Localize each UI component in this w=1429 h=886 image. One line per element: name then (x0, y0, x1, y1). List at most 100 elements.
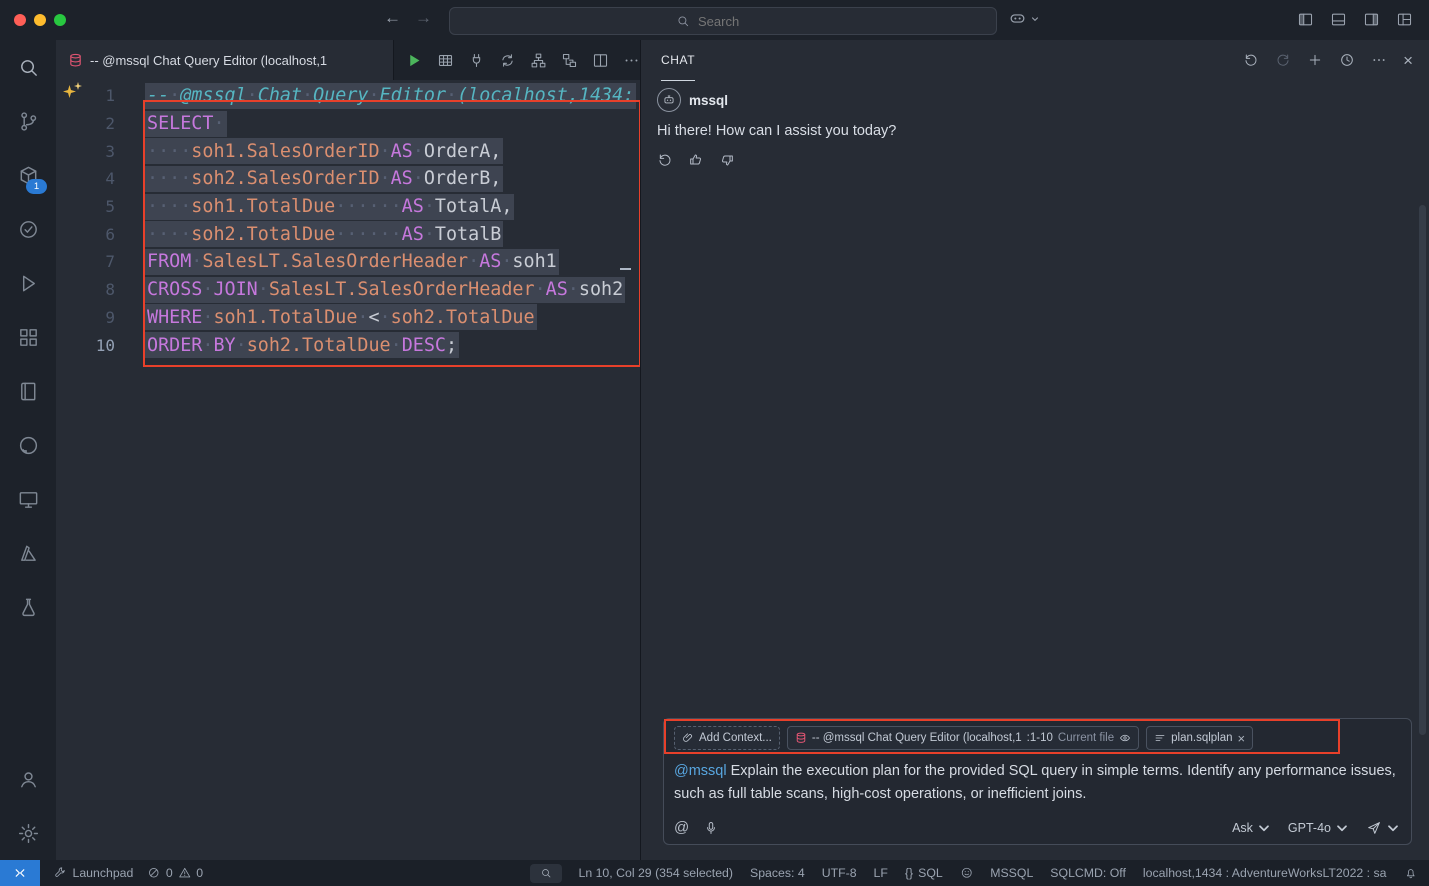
code-token: BY (213, 335, 235, 356)
connection-item[interactable]: localhost,1434 : AdventureWorksLT2022 : … (1143, 866, 1387, 880)
toggle-primary-sidebar-icon[interactable] (1297, 11, 1314, 28)
current-file-chip[interactable]: -- @mssql Chat Query Editor (localhost,1… (787, 726, 1139, 750)
schema-icon[interactable] (530, 52, 547, 69)
close-window-button[interactable] (14, 14, 26, 26)
remove-chip-icon[interactable]: × (1238, 731, 1246, 746)
line-number[interactable]: 3 (56, 142, 115, 161)
search-input[interactable] (696, 13, 770, 30)
activity-search[interactable] (0, 40, 56, 94)
mode-dropdown[interactable]: Ask (1232, 820, 1272, 836)
thumbs-up-icon[interactable] (688, 152, 704, 168)
mssql-item[interactable]: MSSQL (990, 866, 1033, 880)
restore-chat-icon[interactable] (1243, 52, 1259, 68)
selection-highlight: ORDER·BY·soh2.TotalDue·DESC; (145, 332, 459, 358)
chat-input-text[interactable]: @mssql Explain the execution plan for th… (674, 760, 1401, 806)
code-line: 5····soh1.TotalDue······AS·TotalA, (56, 193, 640, 221)
activity-settings[interactable] (0, 806, 56, 860)
code-area[interactable]: 1--·@mssql·Chat·Query·Editor·(localhost,… (56, 80, 640, 860)
results-grid-icon[interactable] (437, 52, 454, 69)
connect-plug-icon[interactable] (468, 52, 485, 69)
code-token: OrderA, (424, 141, 502, 162)
activity-accounts[interactable] (0, 752, 56, 806)
line-number[interactable]: 6 (56, 225, 115, 244)
scrollbar-thumb[interactable] (1419, 205, 1426, 735)
code-token: · (424, 196, 435, 217)
back-icon[interactable]: ← (384, 8, 401, 28)
estimated-plan-icon[interactable] (561, 52, 578, 69)
code-token: ···· (147, 196, 191, 217)
chip-file-range: :1-10 (1027, 732, 1053, 744)
launchpad-item[interactable]: Launchpad (54, 866, 133, 880)
chat-header-actions: × (1243, 52, 1413, 69)
activity-run-debug[interactable] (0, 256, 56, 310)
line-number[interactable]: 8 (56, 280, 115, 299)
history-icon[interactable] (1339, 52, 1355, 68)
line-number[interactable]: 7 (56, 252, 115, 271)
line-number[interactable]: 5 (56, 197, 115, 216)
tab-chat[interactable]: CHAT (661, 40, 695, 81)
eol-item[interactable]: LF (874, 866, 888, 880)
zoom-indicator-button[interactable] (530, 864, 562, 883)
copilot-sparkle-icon[interactable] (63, 85, 76, 98)
activity-docs[interactable] (0, 364, 56, 418)
more-actions-icon[interactable] (1371, 52, 1387, 68)
toggle-panel-icon[interactable] (1330, 11, 1347, 28)
feedback-item[interactable] (960, 866, 974, 880)
editor-group: -- @mssql Chat Query Editor (localhost,1… (56, 40, 640, 860)
line-number[interactable]: 4 (56, 169, 115, 188)
account-icon (17, 768, 40, 791)
cursor-position-item[interactable]: Ln 10, Col 29 (354 selected) (579, 866, 734, 880)
close-icon[interactable]: × (1403, 52, 1413, 69)
encoding-item[interactable]: UTF-8 (822, 866, 857, 880)
activity-source-control[interactable] (0, 94, 56, 148)
mention-icon[interactable]: @ (674, 819, 689, 836)
github-icon (17, 434, 40, 457)
add-context-chip[interactable]: Add Context... (674, 726, 780, 750)
line-number[interactable]: 9 (56, 308, 115, 327)
indentation-item[interactable]: Spaces: 4 (750, 866, 805, 880)
command-center-search[interactable] (449, 7, 997, 35)
send-button[interactable] (1366, 820, 1401, 836)
activity-remote-explorer[interactable]: 1 (0, 148, 56, 202)
mic-icon[interactable] (703, 820, 719, 836)
line-number[interactable]: 10 (56, 336, 115, 355)
split-editor-icon[interactable] (592, 52, 609, 69)
minimize-window-button[interactable] (34, 14, 46, 26)
activity-testing[interactable] (0, 202, 56, 256)
more-actions-icon[interactable] (623, 52, 640, 69)
activity-remote-targets[interactable] (0, 472, 56, 526)
activity-github[interactable] (0, 418, 56, 472)
activity-extensions[interactable] (0, 310, 56, 364)
new-chat-icon[interactable] (1307, 52, 1323, 68)
model-dropdown[interactable]: GPT-4o (1288, 820, 1350, 836)
language-item[interactable]: {}SQL (905, 866, 943, 880)
run-query-icon[interactable] (406, 52, 423, 69)
editor-toolbar (394, 40, 640, 80)
copilot-menu-button[interactable] (1008, 9, 1040, 28)
plan-file-chip[interactable]: plan.sqlplan × (1146, 726, 1253, 750)
code-token: -- (147, 85, 169, 106)
azure-icon (17, 542, 40, 565)
notifications-item[interactable] (1404, 866, 1418, 880)
database-icon (795, 732, 807, 744)
thumbs-down-icon[interactable] (719, 152, 735, 168)
eye-icon[interactable] (1119, 732, 1131, 744)
problems-item[interactable]: 0 0 (147, 866, 203, 880)
code-token: AS (391, 168, 413, 189)
remote-indicator[interactable] (0, 860, 40, 886)
sqlcmd-item[interactable]: SQLCMD: Off (1050, 866, 1126, 880)
activity-database-projects[interactable] (0, 580, 56, 634)
warning-count: 0 (196, 866, 203, 880)
customize-layout-icon[interactable] (1396, 11, 1413, 28)
zoom-window-button[interactable] (54, 14, 66, 26)
regenerate-icon[interactable] (657, 152, 673, 168)
chat-panel: CHAT × mssql Hi there! How can I assist … (640, 40, 1429, 860)
forward-icon[interactable]: → (415, 8, 432, 28)
toggle-secondary-sidebar-icon[interactable] (1363, 11, 1380, 28)
titlebar: ← → (0, 0, 1429, 41)
redo-icon[interactable] (1275, 52, 1291, 68)
activity-azure[interactable] (0, 526, 56, 580)
line-number[interactable]: 2 (56, 114, 115, 133)
change-connection-icon[interactable] (499, 52, 516, 69)
editor-tab[interactable]: -- @mssql Chat Query Editor (localhost,1 (56, 40, 394, 80)
